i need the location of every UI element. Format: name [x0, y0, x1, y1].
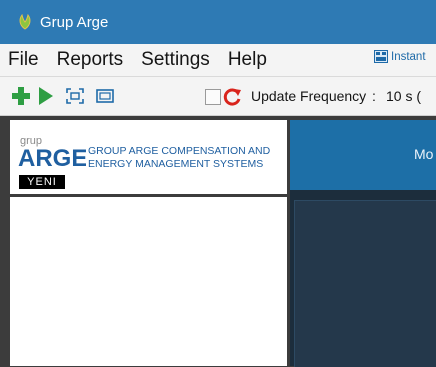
- fit-screen-icon[interactable]: [66, 88, 84, 104]
- instant-button[interactable]: Instant: [374, 50, 426, 63]
- window-title: Grup Arge: [40, 13, 109, 31]
- play-icon[interactable]: [38, 87, 54, 105]
- fullscreen-icon[interactable]: [96, 88, 114, 104]
- company-logo: grup ARGE: [18, 135, 86, 172]
- refresh-icon[interactable]: [222, 87, 242, 107]
- toolbar: Update Frequency : 10 s (: [0, 77, 436, 116]
- main-header-title: Mo: [414, 146, 434, 162]
- app-logo-icon: [19, 13, 31, 30]
- menu-reports[interactable]: Reports: [57, 49, 124, 71]
- update-frequency-label: Update Frequency: [251, 88, 367, 104]
- menu-file[interactable]: File: [8, 49, 39, 71]
- menu-bar: File Reports Settings Help Instant: [0, 44, 436, 77]
- title-bar: Grup Arge: [0, 0, 436, 44]
- add-icon[interactable]: [12, 87, 30, 105]
- update-frequency-separator: :: [372, 88, 376, 104]
- company-name: GROUP ARGE COMPENSATION AND ENERGY MANAG…: [88, 145, 271, 170]
- new-badge: YENI: [19, 175, 65, 189]
- menu-settings[interactable]: Settings: [141, 49, 210, 71]
- update-frequency-select[interactable]: 10 s (: [386, 88, 421, 104]
- instant-label: Instant: [391, 50, 426, 63]
- company-logo-box: grup ARGE GROUP ARGE COMPENSATION AND EN…: [10, 120, 287, 197]
- menu-help[interactable]: Help: [228, 49, 267, 71]
- auto-update-checkbox[interactable]: [205, 89, 221, 105]
- svg-text:ARGE: ARGE: [18, 145, 86, 172]
- main-content-area[interactable]: [294, 200, 436, 367]
- dashboard-icon: [374, 50, 388, 63]
